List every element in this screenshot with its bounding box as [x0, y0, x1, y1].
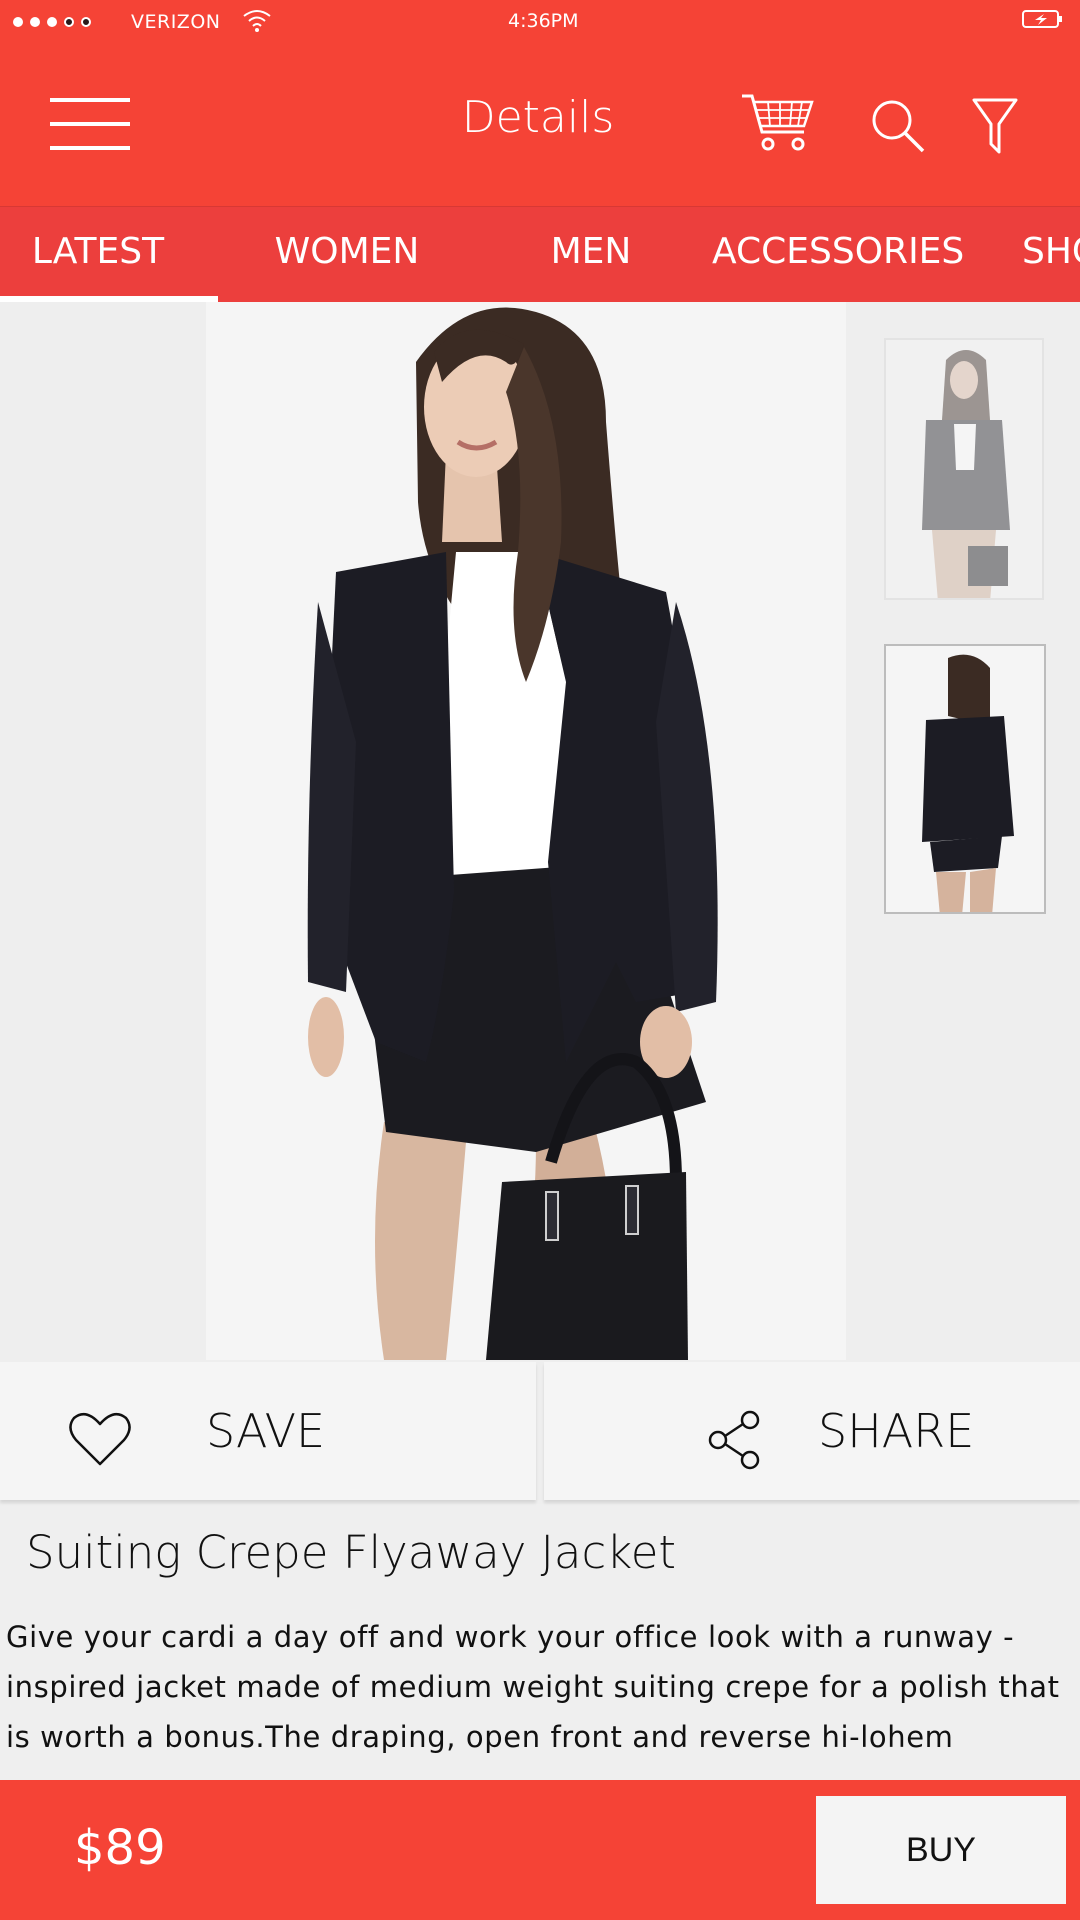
- tab-men[interactable]: MEN: [520, 207, 662, 302]
- save-button[interactable]: SAVE: [0, 1362, 536, 1500]
- share-label: SHARE: [818, 1404, 975, 1458]
- search-icon[interactable]: [868, 96, 928, 156]
- main-product-image[interactable]: [206, 302, 846, 1360]
- carrier-name: VERIZON: [131, 11, 221, 33]
- product-price: $89: [74, 1820, 166, 1876]
- status-time: 4:36PM: [508, 10, 579, 32]
- product-description: Give your cardi a day off and work your …: [6, 1620, 1060, 1754]
- tab-women[interactable]: WOMEN: [244, 207, 450, 302]
- tab-latest[interactable]: LATEST: [0, 207, 196, 302]
- page-title: Details: [461, 92, 615, 143]
- filter-icon[interactable]: [972, 98, 1018, 154]
- thumbnail-front[interactable]: [884, 338, 1044, 600]
- battery-icon: [1022, 10, 1062, 28]
- cart-icon[interactable]: [740, 92, 816, 154]
- status-bar: VERIZON 4:36PM: [0, 0, 1080, 42]
- product-title: Suiting Crepe Flyaway Jacket: [26, 1526, 677, 1579]
- action-bar: SAVE SHARE: [0, 1360, 1080, 1504]
- thumbnail-back[interactable]: [884, 644, 1046, 914]
- tab-accessories[interactable]: ACCESSORIES: [712, 207, 964, 302]
- bottom-bar: $89 BUY: [0, 1780, 1080, 1920]
- save-label: SAVE: [206, 1404, 326, 1458]
- tab-shop[interactable]: SHO: [1022, 207, 1080, 302]
- category-tabs: LATEST WOMEN MEN ACCESSORIES SHO: [0, 206, 1080, 302]
- app-header: Details: [0, 42, 1080, 206]
- signal-strength-icon: [13, 17, 91, 27]
- product-gallery: [0, 302, 1080, 1360]
- heart-icon: [69, 1412, 131, 1466]
- wifi-icon: [243, 10, 271, 32]
- share-icon: [708, 1410, 760, 1470]
- menu-button[interactable]: [50, 98, 130, 150]
- buy-button[interactable]: BUY: [816, 1796, 1066, 1904]
- share-button[interactable]: SHARE: [544, 1362, 1080, 1500]
